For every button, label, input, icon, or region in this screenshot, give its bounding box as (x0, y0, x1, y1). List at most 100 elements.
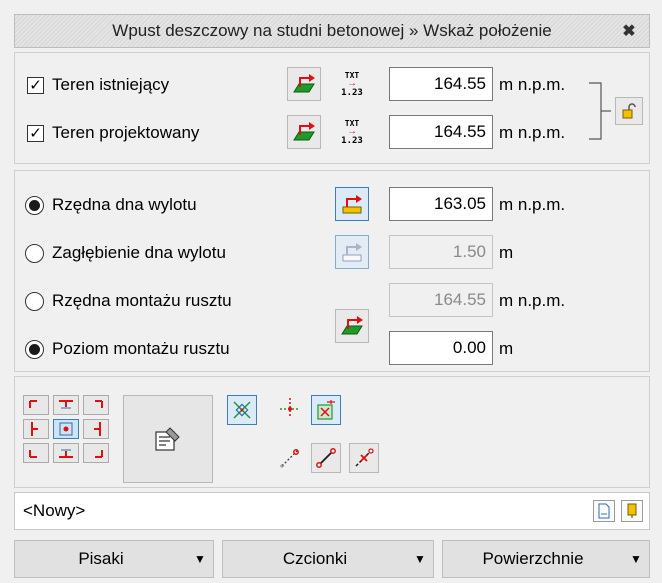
outlet-bottom-unit: m n.p.m. (499, 195, 566, 214)
save-style-icon (627, 503, 637, 518)
outlet-bottom-label: Rzędna dna wylotu (52, 195, 197, 214)
new-document-icon (598, 503, 610, 519)
anchor-top-left-button[interactable] (23, 395, 49, 415)
pick-terrain-icon (341, 316, 363, 335)
grate-elevation-radio[interactable] (25, 291, 44, 311)
txt-icon-bottom: 1.23 (341, 87, 363, 98)
pick-designed-terrain-button[interactable] (287, 115, 321, 149)
import-text-existing-button[interactable]: TXT → 1.23 (335, 67, 369, 101)
anchor-top-center-button[interactable] (53, 395, 79, 415)
snap-perpendicular-button[interactable] (275, 393, 305, 423)
link-bracket (589, 82, 611, 140)
pens-dropdown[interactable]: Pisaki ▼ (14, 540, 214, 578)
anchor-bottom-left-button[interactable] (23, 443, 49, 463)
pick-grate-level-button[interactable] (335, 309, 369, 343)
snap-endpoint-icon (280, 449, 299, 468)
outlet-depth-label: Zagłębienie dna wylotu (52, 243, 226, 262)
save-style-button[interactable] (621, 500, 643, 522)
snap-perpendicular-icon (280, 398, 300, 416)
arrow-right-icon: → (347, 77, 357, 89)
grate-elevation-radio-row[interactable]: Rzędna montażu rusztu (25, 291, 232, 311)
anchor-middle-left-button[interactable] (23, 419, 49, 439)
designed-terrain-checkbox[interactable]: ✓ (27, 124, 44, 142)
grate-level-unit: m (499, 339, 514, 358)
chevron-down-icon: ▼ (630, 552, 642, 566)
anchor-edge-icon (59, 449, 73, 458)
grate-elevation-input[interactable]: 164.55 (389, 283, 493, 317)
snap-endpoint-button[interactable] (275, 443, 305, 473)
existing-terrain-checkbox-row[interactable]: ✓ Teren istniejący (27, 75, 169, 95)
anchor-edge-icon (31, 422, 38, 436)
txt-icon-bottom: 1.23 (341, 135, 363, 146)
outlet-bottom-input[interactable]: 163.05 (389, 187, 493, 221)
anchor-bottom-center-button[interactable] (53, 443, 79, 463)
chevron-down-icon: ▼ (414, 552, 426, 566)
import-text-designed-button[interactable]: TXT → 1.23 (335, 115, 369, 149)
grate-level-radio[interactable] (25, 339, 44, 359)
properties-icon (155, 427, 180, 451)
terrain-panel: ✓ Teren istniejący TXT → 1.23 164.55 m n… (14, 52, 650, 164)
existing-terrain-checkbox[interactable]: ✓ (27, 76, 44, 94)
pick-outlet-disabled-icon (342, 243, 362, 262)
properties-button[interactable] (123, 395, 213, 483)
padlock-icon (622, 103, 636, 119)
chevron-down-icon: ▼ (194, 552, 206, 566)
pick-outlet-depth-button[interactable] (335, 235, 369, 269)
outlet-bottom-radio-row[interactable]: Rzędna dna wylotu (25, 195, 197, 215)
designed-terrain-unit: m n.p.m. (499, 123, 566, 142)
surfaces-dropdown[interactable]: Powierzchnie ▼ (442, 540, 650, 578)
anchor-middle-right-button[interactable] (83, 419, 109, 439)
insertion-tools-panel (14, 376, 650, 488)
anchor-top-right-button[interactable] (83, 395, 109, 415)
snap-intersection-button[interactable] (227, 395, 257, 425)
existing-terrain-label: Teren istniejący (52, 75, 170, 94)
snap-line-button[interactable] (311, 443, 341, 473)
designed-terrain-label: Teren projektowany (52, 123, 200, 142)
fonts-label: Czcionki (282, 549, 348, 568)
existing-terrain-input[interactable]: 164.55 (389, 67, 493, 101)
anchor-edge-icon (59, 400, 73, 409)
pick-terrain-icon (293, 122, 315, 141)
anchor-corner-icon (95, 400, 103, 408)
anchor-center-button[interactable] (53, 419, 79, 439)
style-combo[interactable]: <Nowy> (14, 492, 650, 530)
snap-center-button[interactable] (311, 395, 341, 425)
designed-terrain-input[interactable]: 164.55 (389, 115, 493, 149)
pick-terrain-icon (293, 74, 315, 93)
new-style-button[interactable] (593, 500, 615, 522)
style-combo-value: <Nowy> (23, 501, 86, 520)
arrow-right-icon: → (347, 125, 357, 137)
outlet-bottom-radio[interactable] (25, 195, 44, 215)
snap-center-icon (317, 400, 335, 420)
existing-terrain-unit: m n.p.m. (499, 75, 566, 94)
anchor-bottom-right-button[interactable] (83, 443, 109, 463)
anchor-edge-icon (94, 422, 101, 436)
anchor-center-icon (59, 422, 73, 436)
snap-intersection-icon (233, 401, 251, 419)
fonts-dropdown[interactable]: Czcionki ▼ (222, 540, 434, 578)
grate-elevation-unit: m n.p.m. (499, 291, 566, 310)
anchor-corner-icon (95, 450, 103, 458)
close-icon[interactable]: ✖ (609, 21, 649, 41)
pick-existing-terrain-button[interactable] (287, 67, 321, 101)
outlet-depth-input[interactable]: 1.50 (389, 235, 493, 269)
designed-terrain-checkbox-row[interactable]: ✓ Teren projektowany (27, 123, 199, 143)
outlet-depth-radio-row[interactable]: Zagłębienie dna wylotu (25, 243, 226, 263)
surfaces-label: Powierzchnie (482, 549, 584, 568)
pick-outlet-bottom-button[interactable] (335, 187, 369, 221)
pick-outlet-icon (342, 195, 362, 214)
anchor-corner-icon (29, 450, 37, 458)
snap-midpoint-button[interactable] (349, 443, 379, 473)
grate-elevation-label: Rzędna montażu rusztu (52, 291, 232, 310)
outlet-depth-radio[interactable] (25, 243, 44, 263)
grate-level-label: Poziom montażu rusztu (52, 339, 230, 358)
grate-level-input[interactable]: 0.00 (389, 331, 493, 365)
outlet-depth-unit: m (499, 243, 514, 262)
snap-line-icon (316, 448, 336, 468)
snap-midpoint-icon (355, 448, 374, 467)
title-bar: Wpust deszczowy na studni betonowej » Ws… (14, 14, 650, 48)
grate-level-radio-row[interactable]: Poziom montażu rusztu (25, 339, 230, 359)
lock-values-button[interactable] (615, 97, 643, 125)
pens-label: Pisaki (78, 549, 124, 568)
anchor-corner-icon (29, 400, 37, 408)
